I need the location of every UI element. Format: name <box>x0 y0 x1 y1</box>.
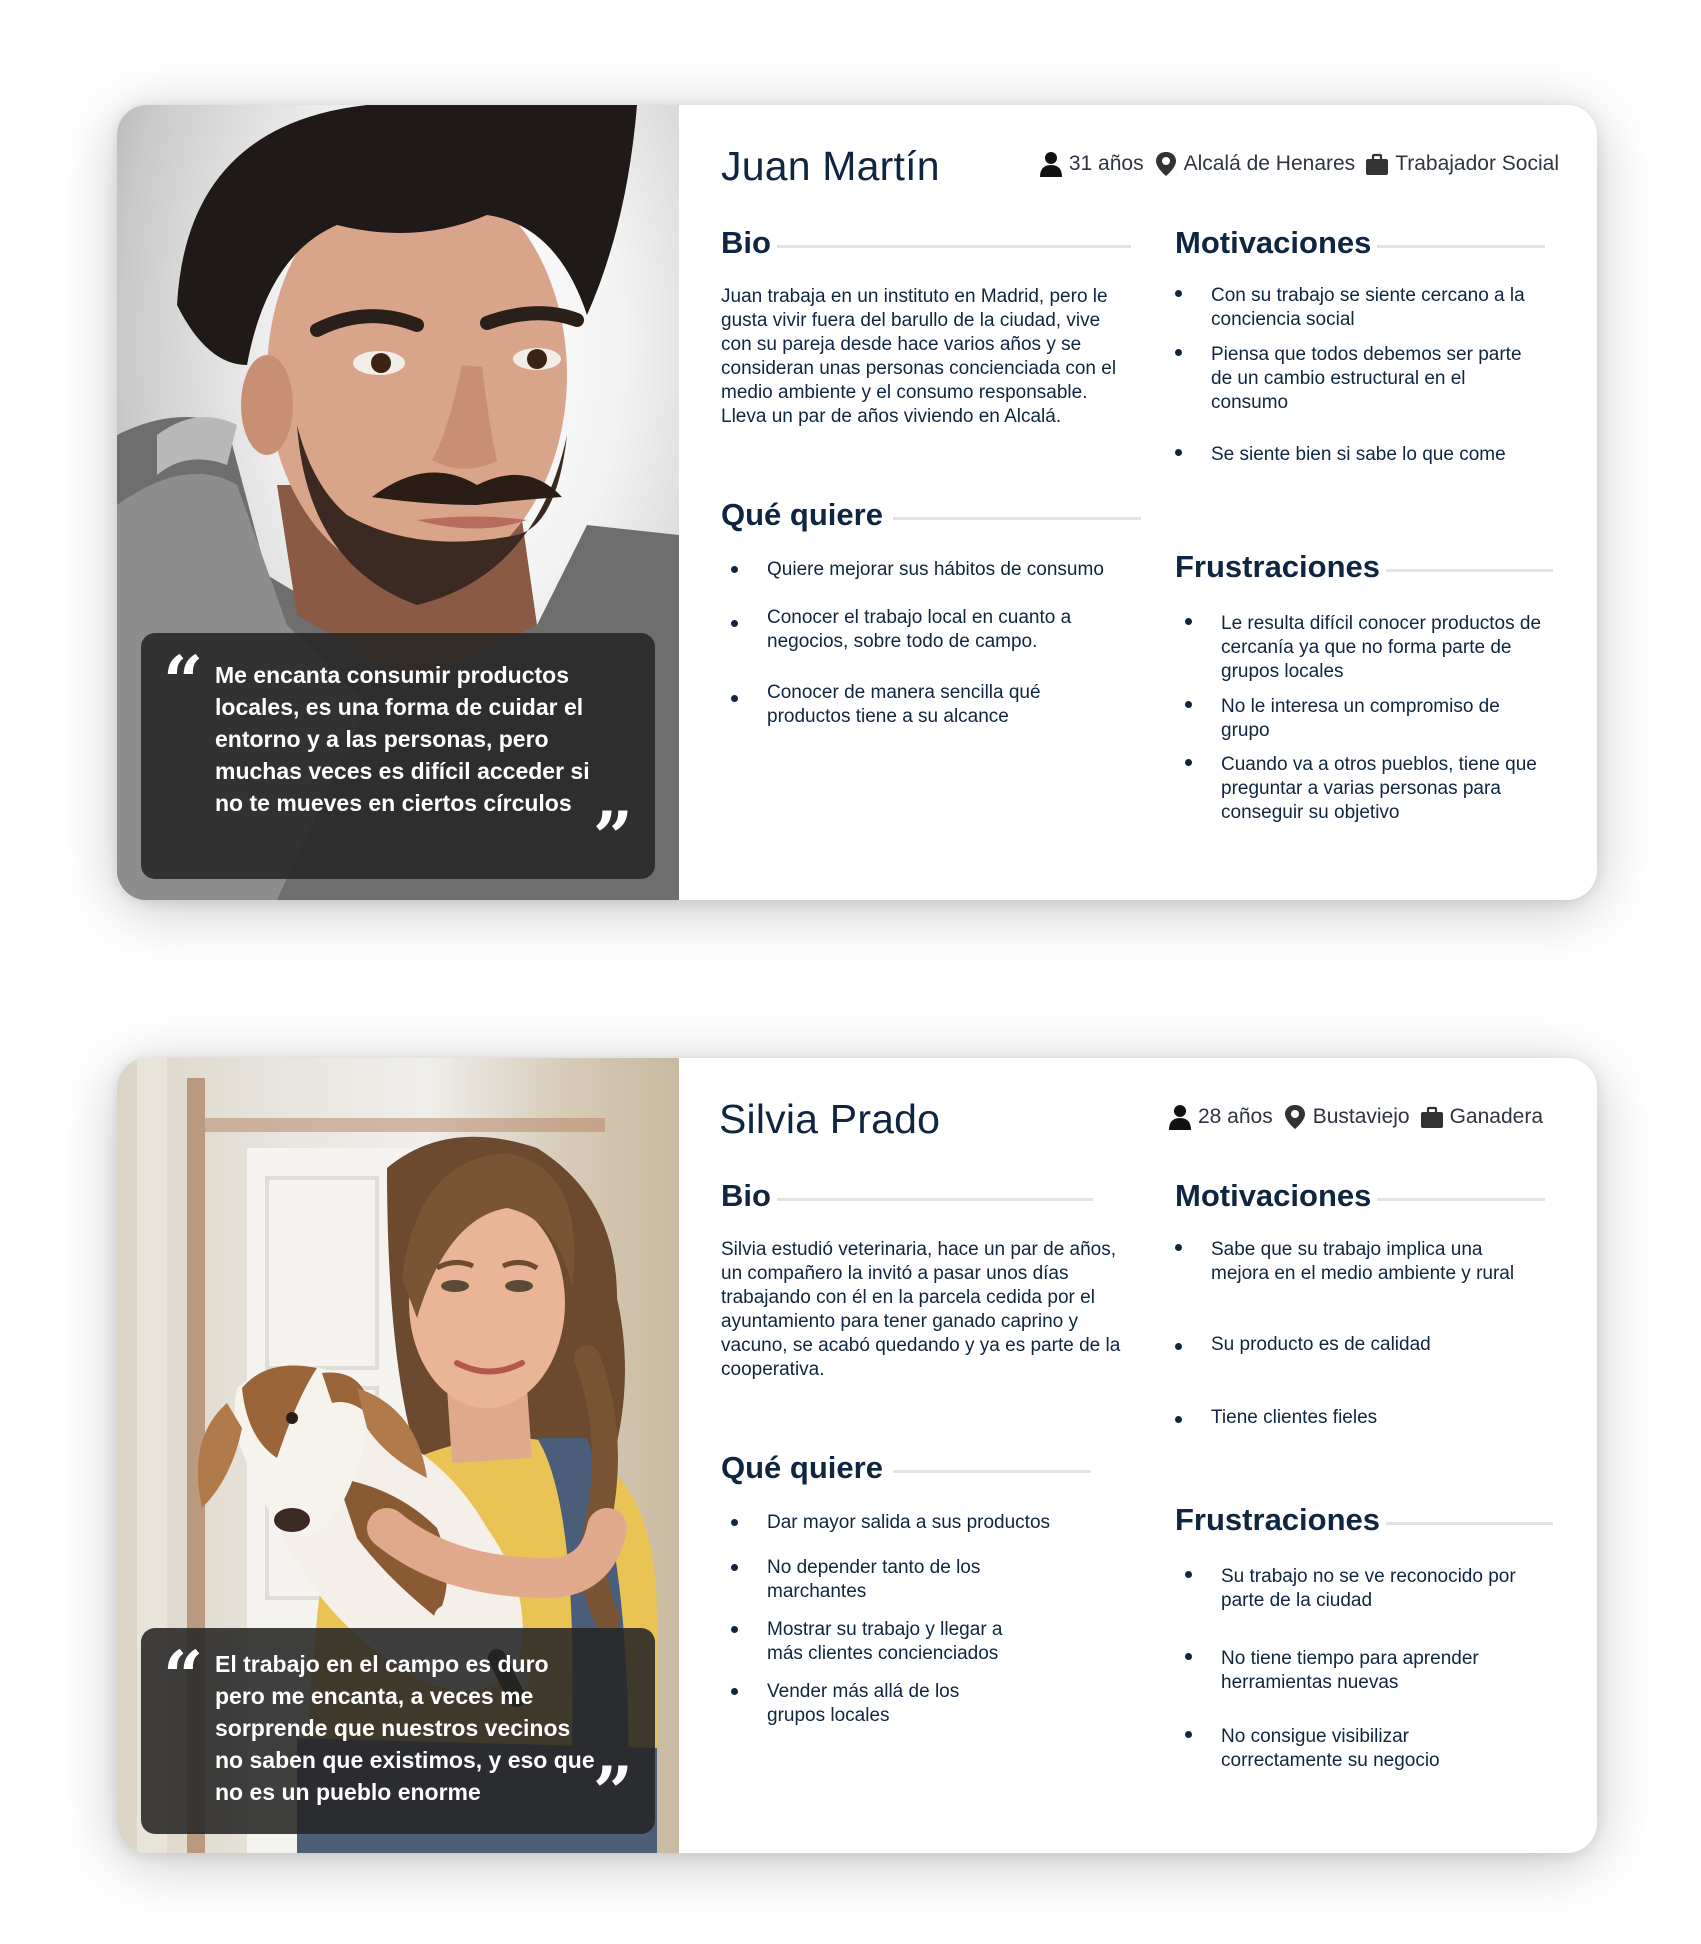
persona-card-juan: “ Me encanta consumir productos locales,… <box>117 105 1597 900</box>
list-item: No tiene tiempo para aprender herramient… <box>1185 1647 1521 1695</box>
person-icon <box>1168 1104 1192 1130</box>
quote-close-icon: ” <box>592 1751 633 1834</box>
list-item: Sabe que su trabajo implica una mejora e… <box>1175 1238 1531 1286</box>
list-item: Su trabajo no se ve reconocido por parte… <box>1185 1565 1557 1613</box>
bio-section: Bio Juan trabaja en un instituto en Madr… <box>721 223 1131 429</box>
persona-age: 31 años <box>1068 152 1144 175</box>
list-item: No le interesa un compromiso de grupo <box>1185 695 1551 743</box>
persona-quote: “ El trabajo en el campo es duro pero me… <box>141 1628 655 1834</box>
list-item: Vender más allá de los grupos locales <box>731 1680 1007 1728</box>
persona-photo: “ Me encanta consumir productos locales,… <box>117 105 679 900</box>
bio-text: Juan trabaja en un instituto en Madrid, … <box>721 286 1117 427</box>
persona-meta: 28 años Bustaviejo Ganadera <box>1158 1104 1543 1130</box>
list-item: Conocer de manera sencilla qué productos… <box>731 681 1097 729</box>
quote-open-icon: “ <box>163 640 204 723</box>
list-item: Tiene clientes fieles <box>1175 1406 1531 1430</box>
list-item: Le resulta difícil conocer productos de … <box>1185 612 1557 684</box>
section-title-motivations: Motivaciones <box>1175 225 1372 260</box>
persona-meta: 31 años Alcalá de Henares Trabajador Soc… <box>1029 151 1559 177</box>
persona-name: Juan Martín <box>721 143 940 189</box>
person-icon <box>1039 151 1063 177</box>
section-title-bio: Bio <box>721 225 771 260</box>
list-item: Su producto es de calidad <box>1175 1333 1531 1357</box>
persona-card-silvia: “ El trabajo en el campo es duro pero me… <box>117 1058 1597 1853</box>
frustrations-section: Frustraciones Su trabajo no se ve recono… <box>1175 1500 1553 1771</box>
divider <box>1377 244 1545 248</box>
briefcase-icon <box>1365 151 1389 177</box>
divider <box>776 244 1131 248</box>
persona-job: Ganadera <box>1449 1105 1543 1128</box>
section-title-frustrations: Frustraciones <box>1175 1502 1381 1537</box>
wants-section: Qué quiere Quiere mejorar sus hábitos de… <box>721 495 1141 727</box>
section-title-bio: Bio <box>721 1178 771 1213</box>
divider <box>1386 1521 1553 1525</box>
list-item: No depender tanto de los marchantes <box>731 1556 1027 1604</box>
persona-location: Alcalá de Henares <box>1183 152 1356 175</box>
list-item: Conocer el trabajo local en cuanto a neg… <box>731 606 1127 654</box>
persona-content: Juan Martín 31 años Alcalá de Henares Tr… <box>679 105 1597 900</box>
list-item: Con su trabajo se siente cercano a la co… <box>1175 284 1551 332</box>
section-title-frustrations: Frustraciones <box>1175 549 1381 584</box>
persona-name: Silvia Prado <box>719 1096 941 1142</box>
section-title-motivations: Motivaciones <box>1175 1178 1372 1213</box>
quote-close-icon: ” <box>592 796 633 879</box>
section-title-wants: Qué quiere <box>721 1450 883 1485</box>
divider <box>1377 1197 1545 1201</box>
list-item: Piensa que todos debemos ser parte de un… <box>1175 343 1541 415</box>
list-item: Mostrar su trabajo y llegar a más client… <box>731 1618 1037 1666</box>
divider <box>776 1197 1093 1201</box>
frustrations-section: Frustraciones Le resulta difícil conocer… <box>1175 547 1553 823</box>
persona-photo: “ El trabajo en el campo es duro pero me… <box>117 1058 679 1853</box>
quote-text: Me encanta consumir productos locales, e… <box>215 662 590 816</box>
list-item: Quiere mejorar sus hábitos de consumo <box>731 558 1147 582</box>
list-item: Dar mayor salida a sus productos <box>731 1511 1107 1535</box>
persona-quote: “ Me encanta consumir productos locales,… <box>141 633 655 879</box>
motivations-section: Motivaciones Sabe que su trabajo implica… <box>1175 1176 1545 1428</box>
persona-location: Bustaviejo <box>1312 1105 1410 1128</box>
location-pin-icon <box>1154 151 1178 177</box>
bio-text: Silvia estudió veterinaria, hace un par … <box>721 1239 1121 1380</box>
divider <box>1386 568 1553 572</box>
quote-text: El trabajo en el campo es duro pero me e… <box>215 1651 595 1805</box>
section-title-wants: Qué quiere <box>721 497 883 532</box>
list-item: Cuando va a otros pueblos, tiene que pre… <box>1185 753 1551 825</box>
list-item: Se siente bien si sabe lo que come <box>1175 443 1551 467</box>
persona-content: Silvia Prado 28 años Bustaviejo Ganadera… <box>679 1058 1597 1853</box>
divider <box>892 516 1141 520</box>
list-item: No consigue visibilizar correctamente su… <box>1185 1725 1521 1773</box>
motivations-section: Motivaciones Con su trabajo se siente ce… <box>1175 223 1545 465</box>
wants-section: Qué quiere Dar mayor salida a sus produc… <box>721 1448 1091 1726</box>
bio-section: Bio Silvia estudió veterinaria, hace un … <box>721 1176 1120 1382</box>
persona-job: Trabajador Social <box>1395 152 1559 175</box>
briefcase-icon <box>1420 1104 1444 1130</box>
location-pin-icon <box>1283 1104 1307 1130</box>
quote-open-icon: “ <box>163 1635 204 1718</box>
persona-age: 28 años <box>1197 1105 1273 1128</box>
divider <box>892 1469 1091 1473</box>
